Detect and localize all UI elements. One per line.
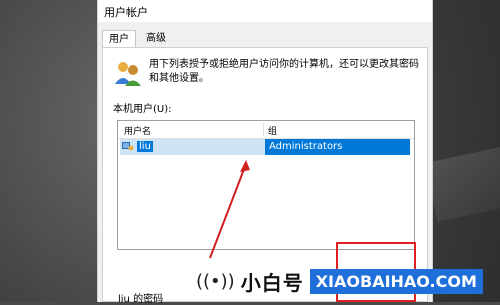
users-icon [115, 62, 141, 86]
user-name: liu [137, 141, 153, 152]
table-row[interactable]: liu Administrators [120, 139, 410, 155]
password-label: liu 的密码 [118, 294, 164, 305]
list-header: 用户名 组 [118, 121, 414, 139]
user-group-cell[interactable]: Administrators [265, 139, 410, 155]
brand-url: XIAOBAIHAO.COM [309, 268, 483, 294]
user-name-cell[interactable]: liu [120, 139, 265, 155]
watermark-brand: ((•)) 小白号 XIAOBAIHAO.COM [196, 260, 500, 302]
column-divider[interactable] [263, 123, 264, 136]
broadcast-icon: ((•)) [196, 270, 235, 292]
window-title: 用户帐户 [104, 6, 148, 19]
tab-users[interactable]: 用户 [102, 30, 136, 48]
column-header-username[interactable]: 用户名 [124, 124, 151, 137]
tab-advanced[interactable]: 高级 [140, 30, 172, 48]
brand-name: 小白号 [240, 270, 304, 295]
tab-strip: 用户 高级 [102, 30, 172, 48]
user-icon [122, 142, 134, 151]
column-header-group[interactable]: 组 [268, 124, 277, 137]
description-text: 用下列表授予或拒绝用户访问你的计算机，还可以更改其密码和其他设置。 [149, 59, 419, 84]
title-bar[interactable]: 用户帐户 [98, 0, 432, 22]
local-users-label: 本机用户(U): [113, 104, 172, 115]
user-group: Administrators [269, 141, 343, 152]
user-list[interactable]: 用户名 组 liu Administrators [117, 120, 415, 250]
desktop-decoration [425, 138, 500, 222]
